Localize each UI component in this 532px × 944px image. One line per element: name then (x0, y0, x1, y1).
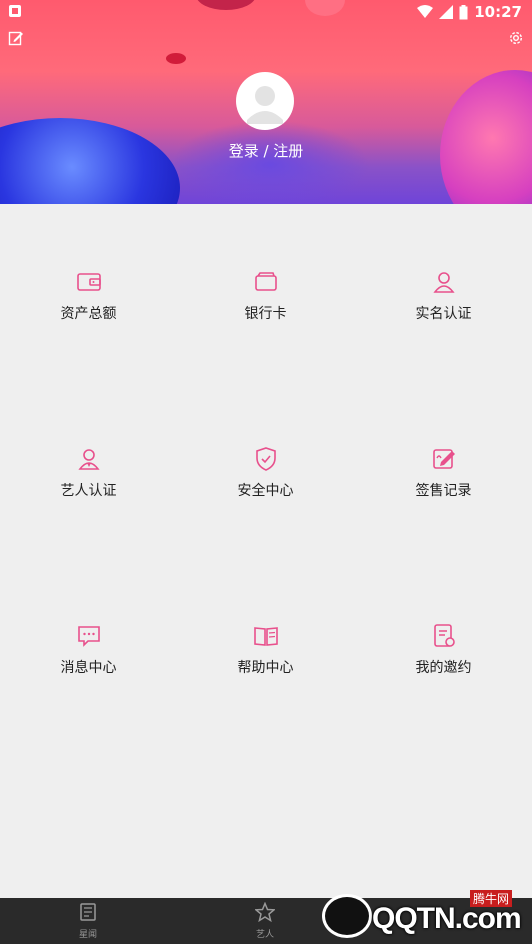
watermark-text: QQTN.com (372, 902, 522, 935)
tab-news[interactable]: 星闻 (44, 898, 132, 944)
star-icon (255, 902, 275, 922)
menu-item-artist-verify[interactable]: 艺人认证 (0, 446, 177, 526)
decor-bubble (170, 120, 370, 204)
wifi-icon (417, 5, 434, 18)
decor-bubble (440, 70, 532, 204)
artist-verify-icon (78, 449, 100, 470)
menu-item-message-center[interactable]: 消息中心 (0, 623, 177, 703)
menu-item-label: 资产总额 (60, 306, 117, 322)
wallet-icon (77, 273, 101, 291)
message-icon (78, 626, 100, 647)
tab-label: 艺人 (255, 930, 274, 940)
menu-item-assets[interactable]: 资产总额 (0, 269, 177, 349)
bank-card-icon (255, 272, 277, 291)
menu-item-security-center[interactable]: 安全中心 (177, 446, 354, 526)
decor-bubble (166, 53, 186, 64)
avatar[interactable] (236, 72, 294, 130)
tab-label: 星闻 (78, 930, 97, 940)
sign-record-icon (433, 449, 455, 469)
menu-item-real-name-verify[interactable]: 实名认证 (355, 269, 532, 349)
watermark-subtext: 腾牛网 (470, 890, 513, 907)
menu-item-my-invitations[interactable]: 我的邀约 (355, 623, 532, 703)
menu-item-label: 艺人认证 (60, 483, 117, 499)
signal-icon (439, 5, 454, 19)
watermark: QQTN.com 腾牛网 (322, 888, 532, 944)
battery-icon (459, 4, 468, 19)
news-icon (80, 903, 96, 921)
menu-item-help-center[interactable]: 帮助中心 (177, 623, 354, 703)
status-icons: 10:27 (417, 3, 522, 21)
user-verify-icon (433, 272, 455, 293)
menu-item-label: 我的邀约 (415, 660, 472, 676)
clock: 10:27 (474, 3, 522, 21)
menu-item-label: 消息中心 (60, 660, 117, 676)
shield-check-icon (256, 447, 276, 471)
book-icon (254, 627, 278, 646)
status-bar: 10:27 (0, 0, 532, 24)
profile-header: 10:27 登录 / 注册 (0, 0, 532, 204)
default-avatar-icon (247, 86, 283, 124)
menu-item-label: 银行卡 (244, 306, 287, 322)
gear-icon[interactable] (508, 30, 524, 46)
tab-artists[interactable]: 艺人 (221, 898, 309, 944)
menu-item-label: 安全中心 (237, 483, 294, 499)
menu-item-label: 帮助中心 (237, 660, 294, 676)
menu-item-signing-records[interactable]: 签售记录 (355, 446, 532, 526)
decor-bubble (0, 118, 180, 204)
watermark-logo (322, 894, 372, 938)
app-notification-icon (9, 5, 21, 17)
menu-item-label: 实名认证 (415, 306, 472, 322)
edit-icon[interactable] (8, 30, 24, 46)
menu-item-label: 签售记录 (415, 483, 472, 499)
menu-item-bank-card[interactable]: 银行卡 (177, 269, 354, 349)
invitation-icon (434, 624, 455, 647)
login-register-link[interactable]: 登录 / 注册 (0, 140, 532, 161)
